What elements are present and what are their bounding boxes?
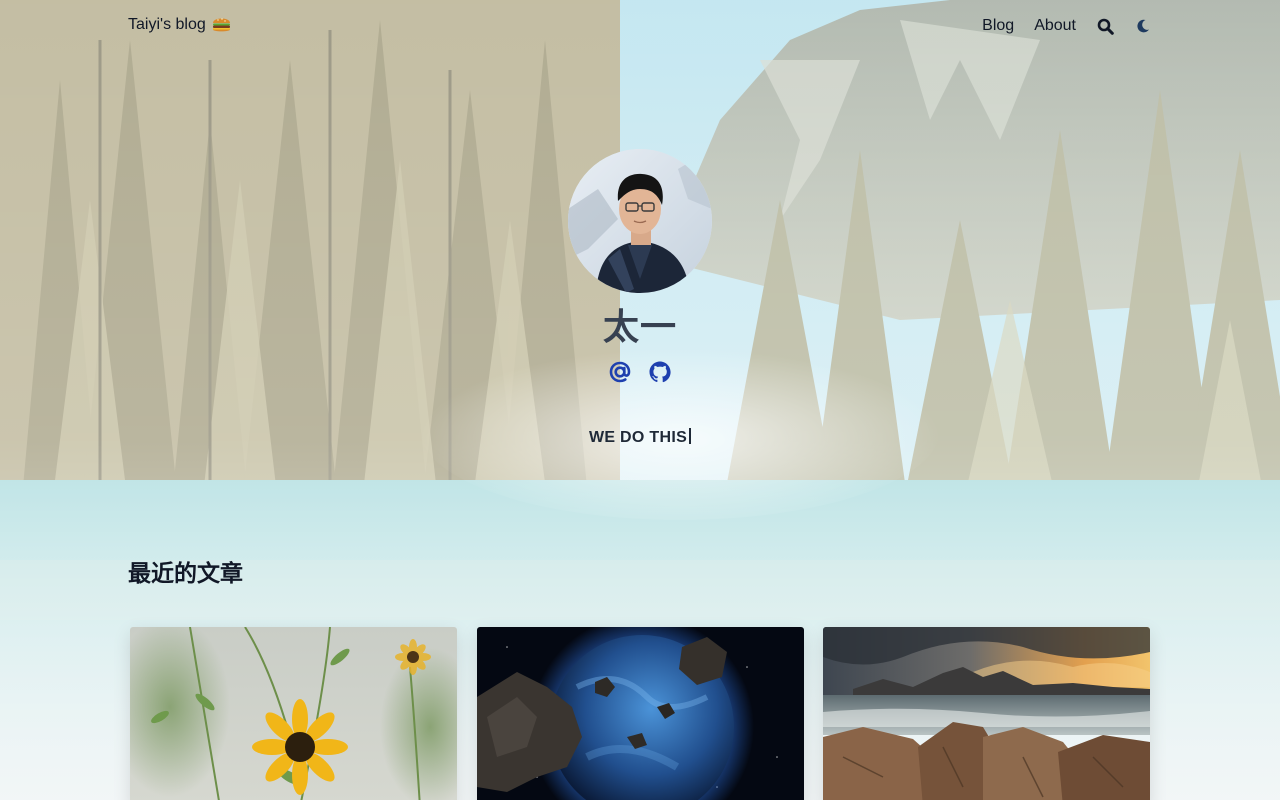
typing-tagline: WE DO THIS bbox=[0, 428, 1280, 447]
email-at-icon[interactable] bbox=[608, 360, 632, 384]
post-card-sunflower[interactable] bbox=[130, 627, 457, 800]
post-card-coast[interactable] bbox=[823, 627, 1150, 800]
moon-icon[interactable] bbox=[1134, 14, 1152, 38]
tagline-text: WE DO THIS bbox=[588, 429, 688, 446]
rocky-coast-sunset-photo bbox=[823, 627, 1150, 800]
nav-about-link[interactable]: About bbox=[1034, 14, 1076, 38]
hamburger-emoji-icon bbox=[212, 15, 231, 33]
typing-cursor bbox=[689, 428, 692, 444]
site-title: Taiyi's blog bbox=[128, 16, 206, 33]
sunflower-photo bbox=[130, 627, 457, 800]
nav-blog-link[interactable]: Blog bbox=[982, 14, 1014, 38]
recent-posts-grid bbox=[130, 627, 1150, 800]
planet-asteroids-photo bbox=[477, 627, 804, 800]
profile-name: 太一 bbox=[602, 307, 677, 348]
site-header: Taiyi's blog Blog About bbox=[0, 0, 1280, 52]
github-icon[interactable] bbox=[648, 360, 672, 384]
search-icon[interactable] bbox=[1096, 14, 1114, 38]
recent-posts-heading: 最近的文章 bbox=[128, 561, 243, 587]
site-title-link[interactable]: Taiyi's blog bbox=[128, 16, 231, 34]
main-nav: Blog About bbox=[962, 14, 1152, 38]
social-links bbox=[0, 360, 1280, 384]
post-card-planet[interactable] bbox=[477, 627, 804, 800]
avatar bbox=[568, 149, 712, 293]
